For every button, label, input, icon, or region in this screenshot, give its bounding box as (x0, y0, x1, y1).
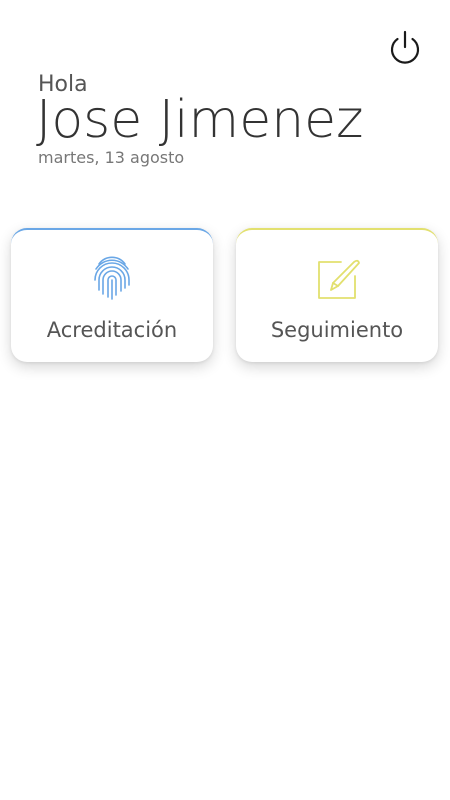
card-acreditacion[interactable]: Acreditación (11, 228, 213, 362)
date: martes, 13 agosto (38, 148, 185, 167)
fingerprint-icon (94, 256, 130, 300)
power-icon[interactable] (386, 28, 424, 66)
card-seguimiento-label: Seguimiento (270, 318, 404, 342)
edit-icon (318, 259, 360, 299)
card-acreditacion-label: Acreditación (46, 318, 178, 342)
power-button[interactable] (386, 28, 424, 66)
user-name: Jose Jimenez (36, 90, 364, 150)
card-seguimiento[interactable]: Seguimiento (236, 228, 438, 362)
